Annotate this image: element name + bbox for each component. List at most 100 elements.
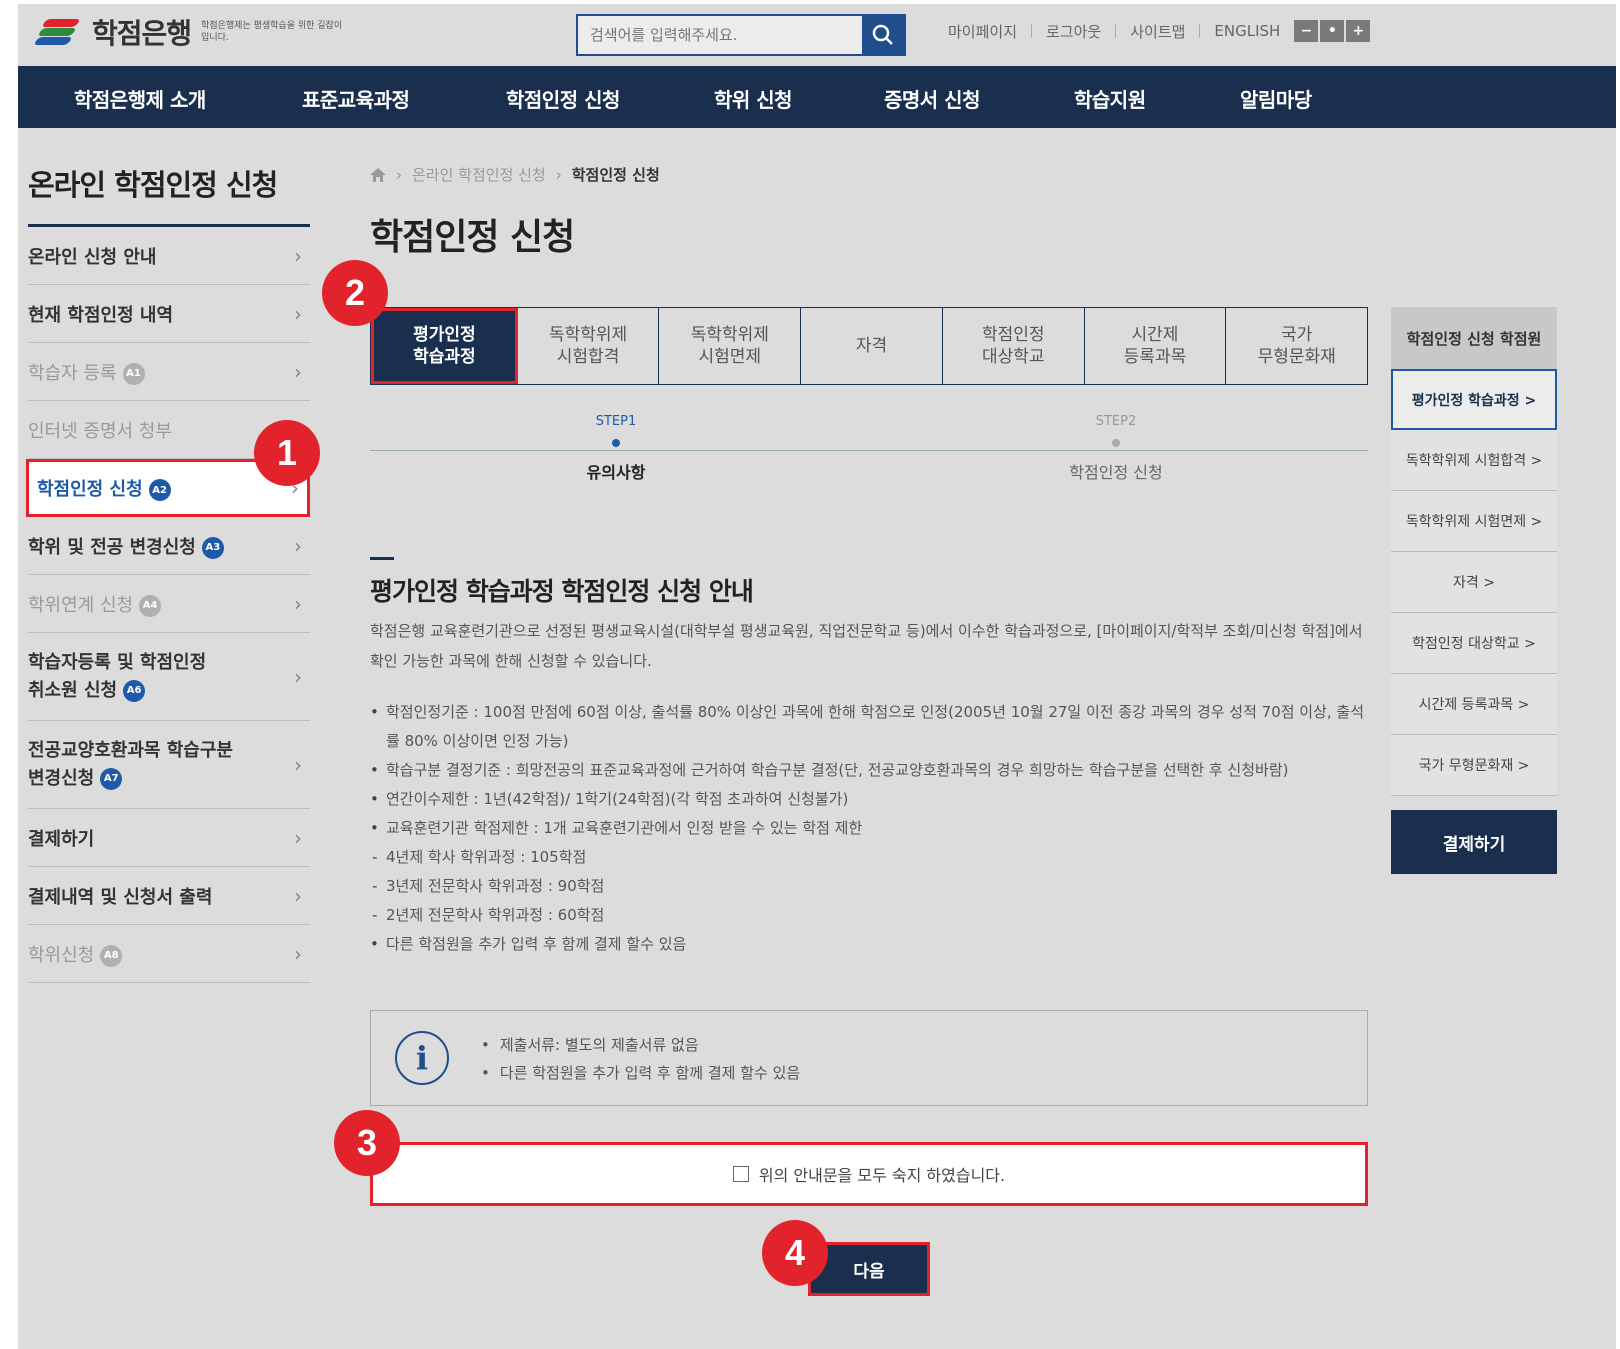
chevron-right-icon: › (294, 533, 302, 558)
chevron-right-icon: › (294, 825, 302, 850)
logo-title: 학점은행 (92, 17, 192, 50)
sidebar-item-current-credits[interactable]: 현재 학점인정 내역 › (28, 285, 310, 343)
tab-self-study-exempt[interactable]: 독학학위제 시험면제 (659, 308, 802, 384)
sidebar-item-online-guide[interactable]: 온라인 신청 안내 › (28, 227, 310, 285)
chevron-right-icon: › (294, 301, 302, 326)
font-size-controls: − • + (1294, 20, 1371, 42)
nav-credit-application[interactable]: 학점인정 신청 (506, 84, 620, 113)
link-mypage[interactable]: 마이페이지 (948, 21, 1017, 42)
chevron-right-icon: › (294, 941, 302, 966)
chevron-right-icon: › (294, 243, 302, 268)
badge-a6: A6 (123, 679, 146, 702)
quick-link-eligible-school[interactable]: 학점인정 대상학교 > (1391, 613, 1557, 674)
tab-self-study-pass[interactable]: 독학학위제 시험합격 (518, 308, 660, 384)
header: 학점은행 학점은행제는 평생학습을 위한 길잡이 입니다. 마이페이지 로그아웃… (18, 4, 1616, 66)
page-title: 학점인정 신청 (370, 217, 575, 258)
quick-link-evaluated-courses[interactable]: 평가인정 학습과정 > (1391, 369, 1557, 430)
quick-link-self-study-exempt[interactable]: 독학학위제 시험면제 > (1391, 491, 1557, 552)
sidebar-item-degree-major-change[interactable]: 학위 및 전공 변경신청 A3 › (28, 517, 310, 575)
badge-a1: A1 (122, 362, 145, 385)
nav-certificate[interactable]: 증명서 신청 (884, 84, 980, 113)
breadcrumb-current: 학점인정 신청 (571, 166, 660, 184)
sidebar-item-payment-history[interactable]: 결제내역 및 신청서 출력 › (28, 867, 310, 925)
tab-intangible-heritage[interactable]: 국가 무형문화재 (1226, 308, 1367, 384)
list-item: 연간이수제한 : 1년(42학점)/ 1학기(24학점)(각 학점 초과하여 신… (370, 785, 1370, 814)
utility-links: 마이페이지 로그아웃 사이트맵 ENGLISH − • + (948, 20, 1371, 42)
font-increase-button[interactable]: + (1346, 20, 1371, 42)
quick-pay-button[interactable]: 결제하기 (1391, 810, 1557, 874)
quick-link-intangible-heritage[interactable]: 국가 무형문화재 > (1391, 735, 1557, 796)
search-button[interactable] (862, 16, 904, 54)
annotation-marker-4: 4 (762, 1220, 828, 1286)
quick-link-qualification[interactable]: 자격 > (1391, 552, 1557, 613)
annotation-marker-1: 1 (254, 420, 320, 486)
nav-learning-support[interactable]: 학습지원 (1074, 84, 1146, 113)
sidebar-item-learner-registration[interactable]: 학습자 등록 A1 › (28, 343, 310, 401)
logo-subtitle: 학점은행제는 평생학습을 위한 길잡이 입니다. (201, 21, 343, 43)
step-2: STEP2 학점인정 신청 (1069, 414, 1163, 482)
criteria-list: 학점인정기준 : 100점 만점에 60점 이상, 출석률 80% 이상인 과목… (370, 698, 1370, 959)
tab-qualification[interactable]: 자격 (801, 308, 943, 384)
agreement-checkbox[interactable] (732, 1166, 749, 1182)
nav-notice[interactable]: 알림마당 (1240, 84, 1312, 113)
quick-link-part-time[interactable]: 시간제 등록과목 > (1391, 674, 1557, 735)
chevron-right-icon: › (294, 664, 302, 689)
chevron-right-icon: › (294, 591, 302, 616)
tab-part-time[interactable]: 시간제 등록과목 (1085, 308, 1227, 384)
sidebar-item-payment[interactable]: 결제하기 › (28, 809, 310, 867)
chevron-right-icon: › (294, 883, 302, 908)
section-description: 학점은행 교육훈련기관으로 선정된 평생교육시설(대학부설 평생교육원, 직업전… (370, 622, 1363, 670)
agreement-row[interactable]: 위의 안내문을 모두 숙지 하였습니다. (370, 1142, 1368, 1206)
home-icon[interactable] (370, 167, 386, 182)
badge-a4: A4 (139, 594, 162, 617)
list-item: 다른 학점원을 추가 입력 후 함께 결제 할수 있음 (370, 930, 1370, 959)
nav-degree-application[interactable]: 학위 신청 (714, 84, 793, 113)
site-logo[interactable]: 학점은행 학점은행제는 평생학습을 위한 길잡이 입니다. (30, 12, 351, 52)
list-item: 학점인정기준 : 100점 만점에 60점 이상, 출석률 80% 이상인 과목… (370, 698, 1370, 756)
sidebar-item-cancel-request[interactable]: 학습자등록 및 학점인정 취소원 신청 A6 › (28, 633, 310, 721)
chevron-right-icon: › (294, 752, 302, 777)
quick-link-self-study-pass[interactable]: 독학학위제 시험합격 > (1391, 430, 1557, 491)
tab-eligible-school[interactable]: 학점인정 대상학교 (943, 308, 1085, 384)
list-subitem: 4년제 학사 학위과정 : 105학점 (370, 843, 1370, 872)
info-icon: i (395, 1031, 449, 1085)
breadcrumb: › 온라인 학점인정 신청 › 학점인정 신청 (370, 164, 660, 185)
page: 학점은행 학점은행제는 평생학습을 위한 길잡이 입니다. 마이페이지 로그아웃… (18, 4, 1616, 1349)
info-line: 제출서류: 별도의 제출서류 없음 (481, 1031, 800, 1059)
font-reset-button[interactable]: • (1320, 20, 1345, 42)
badge-a2: A2 (148, 479, 171, 501)
sidebar-item-course-type-change[interactable]: 전공교양호환과목 학습구분 변경신청 A7 › (28, 721, 310, 809)
nav-intro[interactable]: 학점은행제 소개 (74, 84, 206, 113)
badge-a3: A3 (201, 536, 224, 559)
chevron-right-icon: › (294, 359, 302, 384)
section-title: 평가인정 학습과정 학점인정 신청 안내 (370, 577, 754, 606)
info-line: 다른 학점원을 추가 입력 후 함께 결제 할수 있음 (481, 1059, 800, 1087)
quick-panel: 학점인정 신청 학점원 평가인정 학습과정 > 독학학위제 시험합격 > 독학학… (1391, 307, 1557, 874)
main-nav: 학점은행제 소개 표준교육과정 학점인정 신청 학위 신청 증명서 신청 학습지… (18, 66, 1616, 128)
list-subitem: 2년제 전문학사 학위과정 : 60학점 (370, 901, 1370, 930)
sidebar-title: 온라인 학점인정 신청 (28, 162, 310, 227)
logo-mark-icon (30, 15, 86, 49)
agreement-label[interactable]: 위의 안내문을 모두 숙지 하였습니다. (759, 1162, 1005, 1186)
sidebar: 온라인 학점인정 신청 온라인 신청 안내 › 현재 학점인정 내역 › 학습자 등… (26, 162, 310, 983)
sidebar-item-degree-link[interactable]: 학위연계 신청 A4 › (28, 575, 310, 633)
step-1: STEP1 유의사항 (586, 414, 646, 482)
breadcrumb-level1[interactable]: 온라인 학점인정 신청 (412, 164, 546, 185)
link-sitemap[interactable]: 사이트맵 (1130, 21, 1185, 42)
link-logout[interactable]: 로그아웃 (1046, 21, 1101, 42)
step-indicator: STEP1 유의사항 STEP2 학점인정 신청 (370, 414, 1368, 494)
tab-evaluated-courses[interactable]: 평가인정 학습과정 (371, 308, 518, 384)
list-subitem: 3년제 전문학사 학위과정 : 90학점 (370, 872, 1370, 901)
search-box (576, 14, 906, 56)
sidebar-item-degree-request[interactable]: 학위신청 A8 › (28, 925, 310, 983)
list-item: 학습구분 결정기준 : 희망전공의 표준교육과정에 근거하여 학습구분 결정(단… (370, 756, 1370, 785)
badge-a7: A7 (100, 767, 123, 790)
link-english[interactable]: ENGLISH (1214, 22, 1280, 40)
credit-source-tabs: 평가인정 학습과정 독학학위제 시험합격 독학학위제 시험면제 자격 학점인정 대상학교… (370, 307, 1368, 385)
annotation-marker-3: 3 (334, 1110, 400, 1176)
nav-standard-curriculum[interactable]: 표준교육과정 (302, 84, 410, 113)
search-input[interactable] (578, 16, 862, 54)
list-item: 교육훈련기관 학점제한 : 1개 교육훈련기관에서 인정 받을 수 있는 학점 … (370, 814, 1370, 843)
annotation-marker-2: 2 (322, 260, 388, 326)
font-decrease-button[interactable]: − (1294, 20, 1319, 42)
